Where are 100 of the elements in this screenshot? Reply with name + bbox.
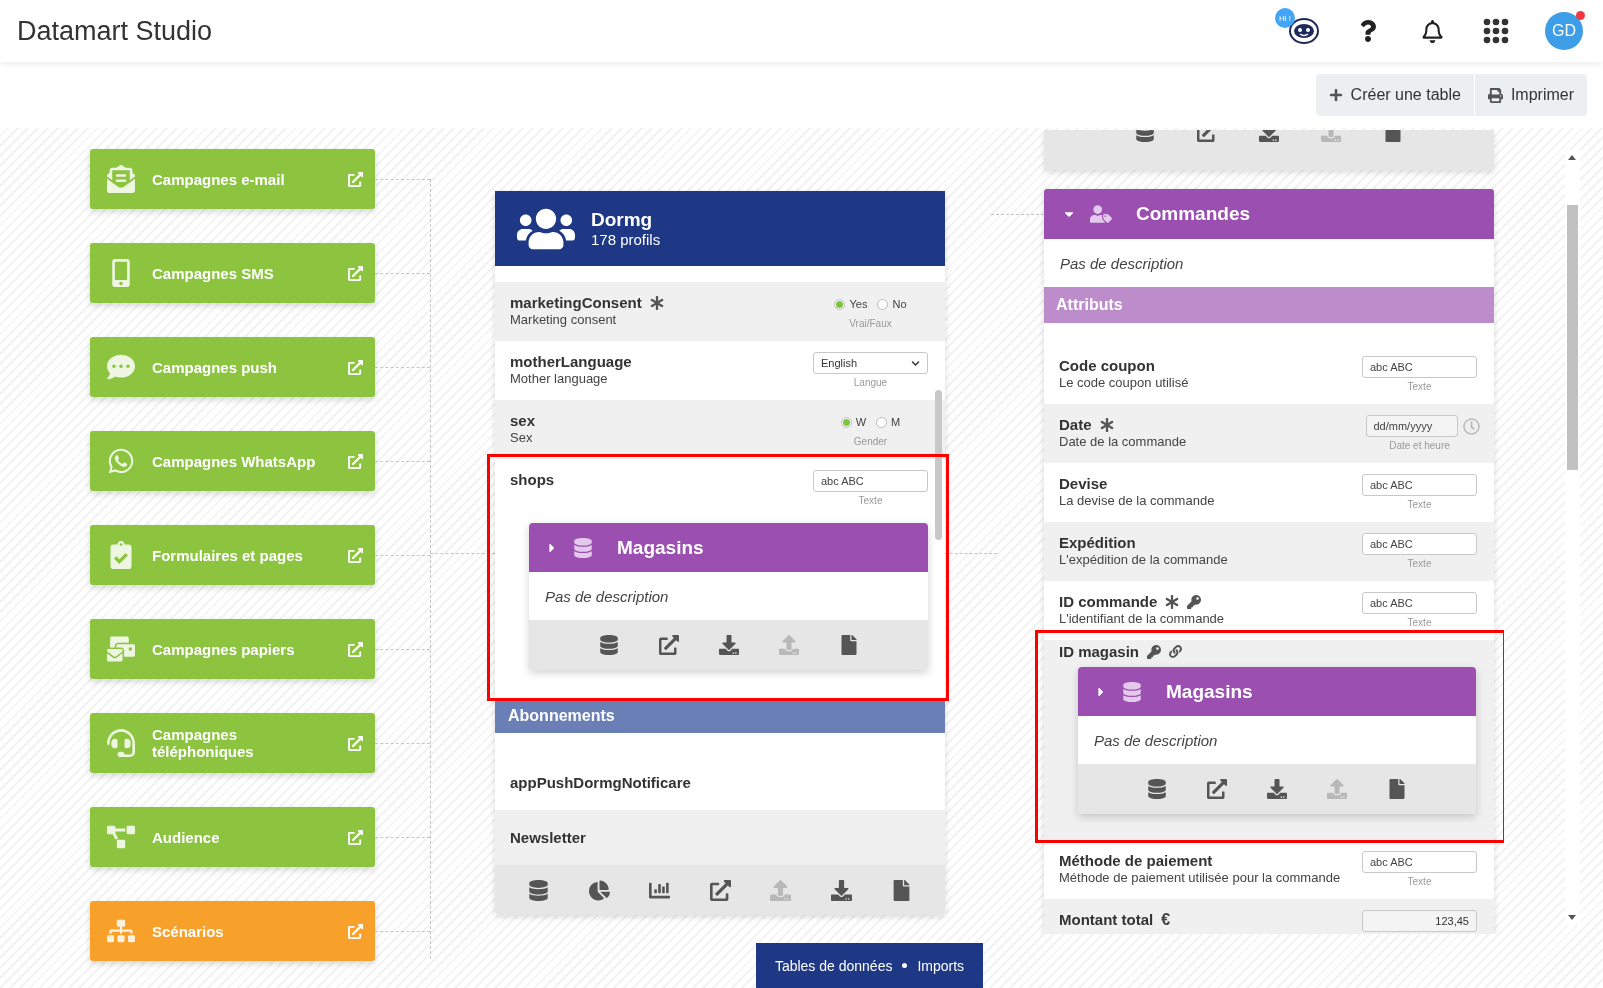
section-header: Attributs	[1044, 287, 1494, 323]
separator-dot	[902, 963, 908, 968]
field-description: Le code coupon utilisé	[1059, 375, 1189, 391]
table-title: Commandes	[1136, 203, 1251, 225]
external-link-icon	[348, 641, 363, 657]
print-button[interactable]: Imprimer	[1474, 74, 1587, 116]
select-field[interactable]: English	[813, 352, 928, 374]
type-label: Texte	[1407, 499, 1432, 511]
date-field[interactable]: dd/mm/yyyy	[1365, 415, 1458, 437]
radio-button[interactable]	[840, 416, 852, 428]
field-name: shops	[510, 470, 555, 489]
bell-icon	[1420, 19, 1444, 43]
asterisk-icon	[1099, 417, 1114, 432]
input-field[interactable]: abc ABC	[1362, 356, 1477, 378]
file-icon	[891, 879, 912, 901]
field-name: marketingConsent	[510, 293, 642, 312]
download-button[interactable]	[718, 635, 739, 655]
create-table-button[interactable]: Créer une table	[1315, 74, 1474, 116]
scrollbar-thumb[interactable]	[935, 390, 942, 540]
field-name: motherLanguage	[510, 352, 632, 371]
external-link-button[interactable]	[1197, 130, 1217, 142]
input-field[interactable]: abc ABC	[1362, 533, 1477, 555]
radio-option[interactable]: Yes	[834, 298, 868, 310]
file-icon	[1387, 779, 1407, 799]
input-field[interactable]: 123,45	[1362, 910, 1477, 932]
bottom-tab[interactable]: Tables de données	[774, 957, 893, 974]
database-icon	[1147, 779, 1167, 799]
field-name: ID commande	[1059, 592, 1158, 611]
table-title: Dormg	[591, 208, 654, 231]
field-name: appPushDormgNotificare	[510, 774, 691, 791]
database-button[interactable]	[1135, 130, 1155, 142]
upload-icon	[778, 635, 799, 655]
external-link-icon	[348, 829, 363, 845]
external-link-button[interactable]	[709, 879, 731, 901]
input-field[interactable]: abc ABC	[813, 470, 928, 492]
file-button[interactable]	[1383, 130, 1403, 142]
external-link-icon	[348, 359, 363, 375]
assistant-button[interactable]	[1289, 16, 1319, 46]
type-label: Texte	[1407, 558, 1432, 570]
connector-line	[991, 214, 1044, 215]
flowchart-icon	[107, 917, 135, 945]
upload-icon	[770, 879, 791, 901]
field-description: Mother language	[510, 371, 609, 387]
database-button[interactable]	[1147, 779, 1167, 799]
table-description: Pas de description	[1044, 239, 1494, 287]
radio-option[interactable]: W	[840, 416, 867, 428]
scrollbar[interactable]	[1565, 150, 1580, 925]
input-field[interactable]: abc ABC	[1362, 592, 1477, 614]
currency-symbol: €	[1161, 910, 1171, 929]
field-name: Newsletter	[510, 829, 586, 846]
download-icon	[1267, 779, 1287, 799]
file-button[interactable]	[1387, 779, 1407, 799]
envelope-icon	[107, 165, 135, 193]
field-description: Date de la commande	[1059, 434, 1187, 450]
field-name: Montant total	[1059, 910, 1154, 929]
type-label: Langue	[853, 377, 888, 389]
database-button[interactable]	[598, 635, 619, 655]
greeting-badge: Hi !	[1275, 8, 1295, 28]
profile-count: 178 profils	[591, 230, 661, 249]
external-link-icon	[348, 453, 363, 469]
type-label: Texte	[1407, 381, 1432, 393]
external-link-icon	[1207, 779, 1227, 799]
file-button[interactable]	[891, 879, 912, 901]
external-link-icon	[348, 171, 363, 187]
radio-button[interactable]	[876, 416, 888, 428]
field-name: Devise	[1059, 474, 1108, 493]
app-title: Datamart Studio	[17, 15, 213, 47]
input-field[interactable]: abc ABC	[1362, 474, 1477, 496]
database-button[interactable]	[528, 879, 549, 901]
field-name: Expédition	[1059, 533, 1136, 552]
field-name: sex	[510, 411, 536, 430]
type-label: Texte	[858, 495, 883, 507]
field-description: La devise de la commande	[1059, 493, 1215, 509]
external-link-button[interactable]	[1207, 779, 1227, 799]
headset-icon	[107, 729, 135, 757]
download-icon	[718, 635, 739, 655]
database-icon	[528, 879, 549, 901]
apps-grid-icon	[1483, 18, 1509, 44]
radio-button[interactable]	[834, 298, 846, 310]
table-title: Magasins	[617, 536, 704, 559]
pie-chart-button[interactable]	[588, 879, 610, 901]
bottom-tab[interactable]: Imports	[917, 957, 965, 974]
download-button[interactable]	[830, 879, 852, 901]
input-field[interactable]: abc ABC	[1362, 851, 1477, 873]
apps-button[interactable]	[1481, 16, 1511, 46]
key-icon	[1147, 644, 1162, 659]
asterisk-icon	[649, 295, 664, 310]
chevron-down-icon	[911, 358, 920, 368]
field-description: Marketing consent	[510, 312, 618, 328]
radio-button[interactable]	[877, 298, 889, 310]
type-label: Vrai/Faux	[849, 318, 892, 330]
network-icon	[107, 823, 135, 851]
database-icon	[573, 537, 593, 558]
external-link-button[interactable]	[658, 635, 679, 655]
key-icon	[1187, 594, 1202, 609]
table-description: Pas de description	[1078, 716, 1476, 764]
radio-option[interactable]: M	[876, 416, 901, 428]
radio-option[interactable]: No	[877, 298, 907, 310]
download-button[interactable]	[1259, 130, 1279, 142]
download-button[interactable]	[1267, 779, 1287, 799]
